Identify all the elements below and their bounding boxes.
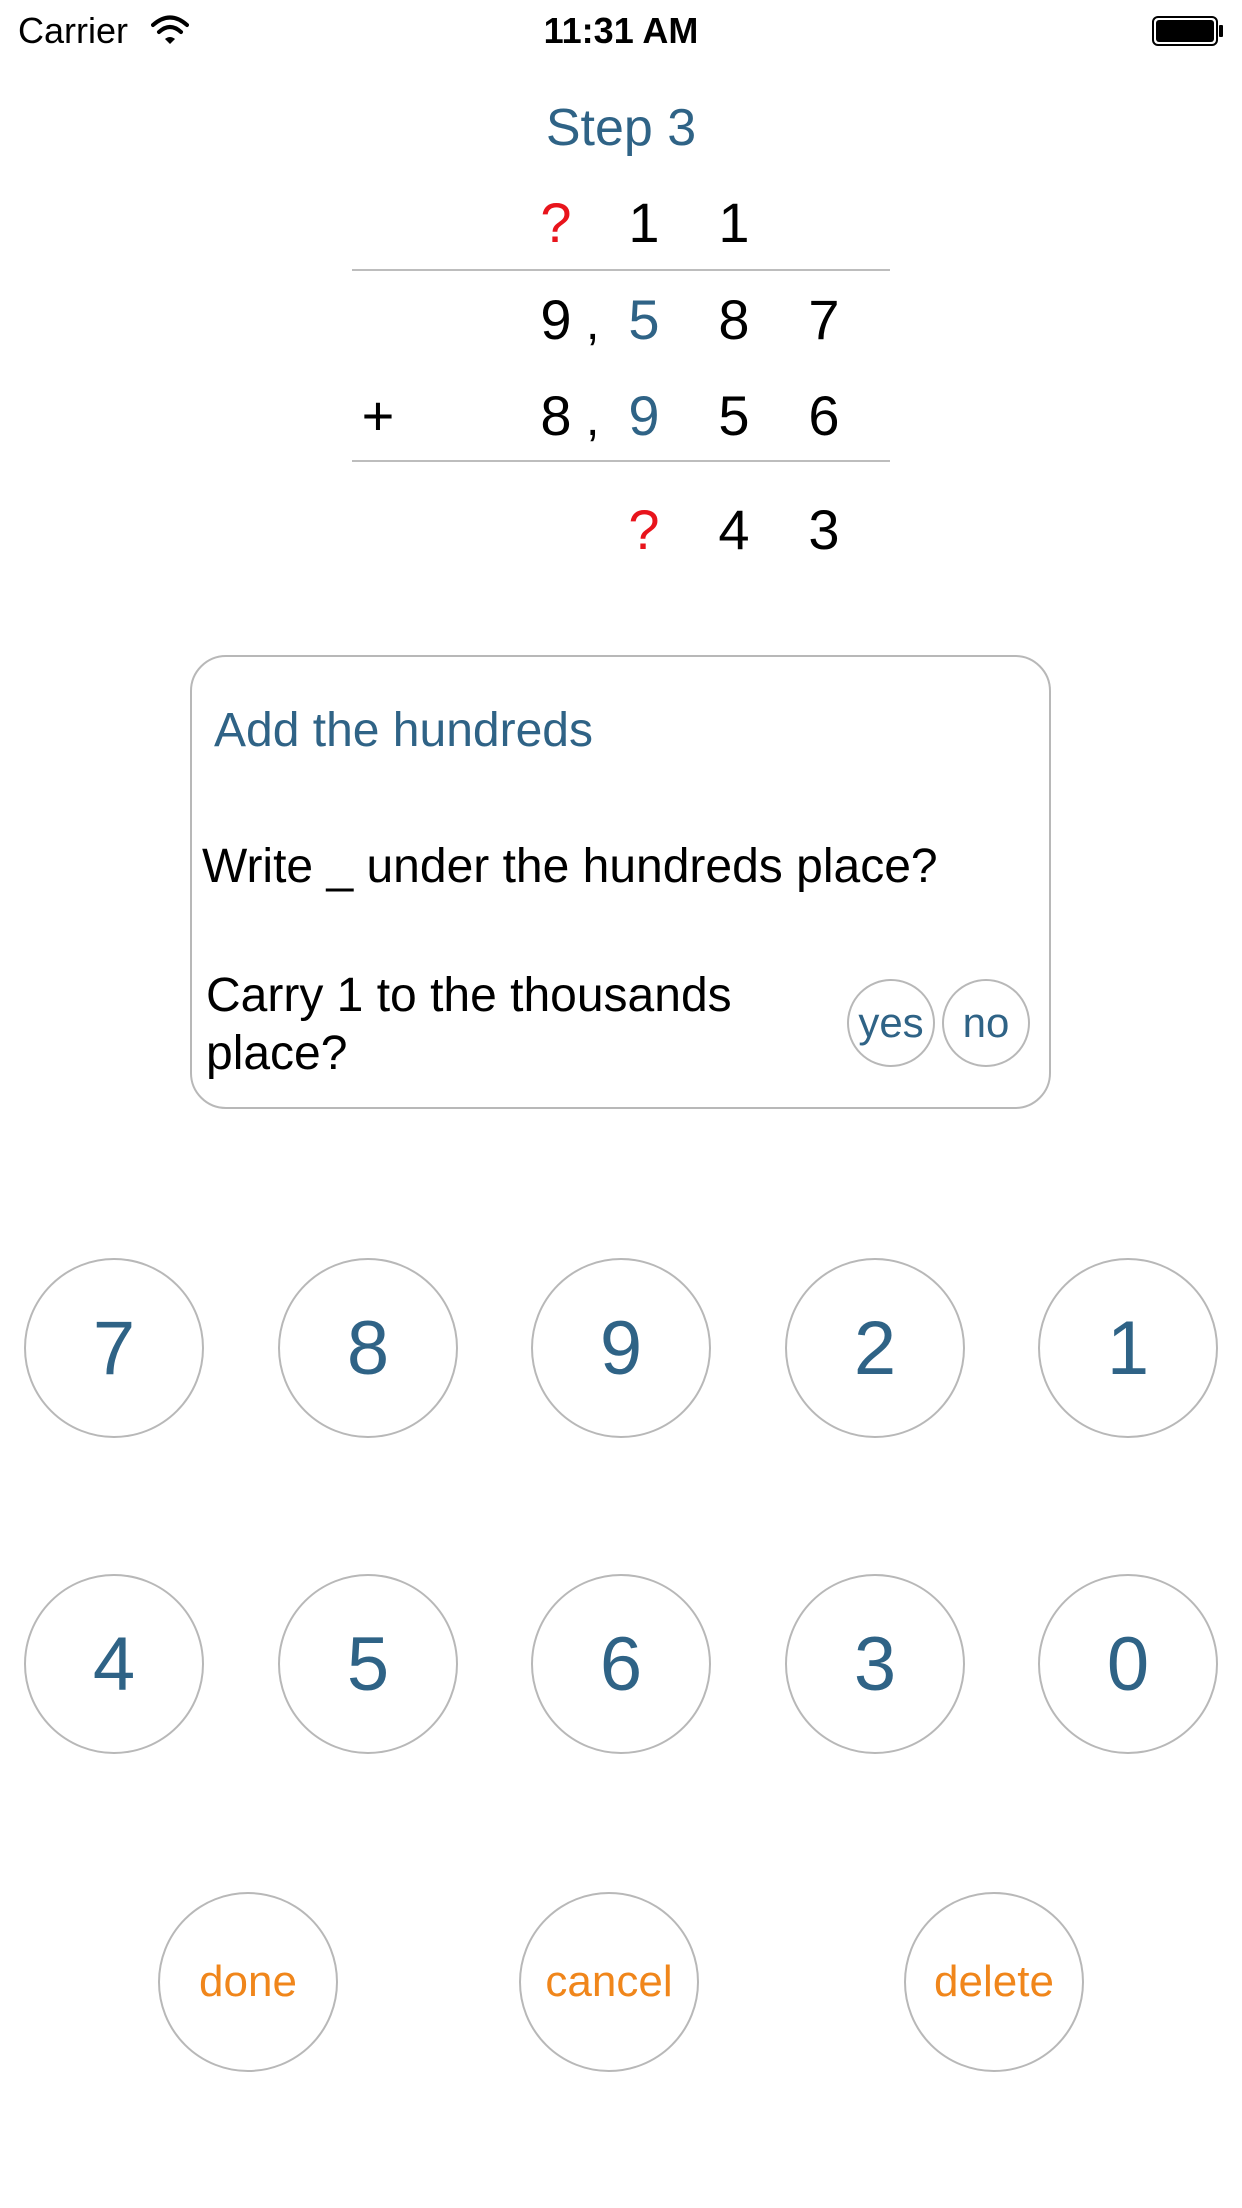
step-title: Step 3 xyxy=(545,99,697,157)
keypad-6-button[interactable]: 6 xyxy=(531,1574,711,1754)
yes-button[interactable]: yes xyxy=(847,979,935,1067)
addend2-thousands: 8 xyxy=(540,384,572,447)
keypad-8-button[interactable]: 8 xyxy=(278,1258,458,1438)
addend2-comma: , xyxy=(586,393,600,446)
addend2-hundreds: 9 xyxy=(628,384,660,447)
carry-divider xyxy=(352,269,890,271)
no-button[interactable]: no xyxy=(942,979,1030,1067)
keypad-7-button[interactable]: 7 xyxy=(24,1258,204,1438)
carry-hundreds: 1 xyxy=(628,191,660,254)
keypad-5-button[interactable]: 5 xyxy=(278,1574,458,1754)
addend1-tens: 8 xyxy=(718,288,750,351)
carry-thousands-unknown: ? xyxy=(540,191,572,254)
addend1-thousands: 9 xyxy=(540,288,572,351)
hint-carry-prompt: Carry 1 to the thousands place? xyxy=(206,969,732,1080)
keypad-9-button[interactable]: 9 xyxy=(531,1258,711,1438)
done-button[interactable]: done xyxy=(158,1892,338,2072)
plus-operator: + xyxy=(361,384,395,447)
hint-title: Add the hundreds xyxy=(214,704,593,757)
hint-card: Add the hundreds Write _ under the hundr… xyxy=(190,655,1051,1109)
addend1-comma: , xyxy=(586,297,600,350)
addend1-hundreds: 5 xyxy=(628,288,660,351)
addend2-tens: 5 xyxy=(718,384,750,447)
keypad-1-button[interactable]: 1 xyxy=(1038,1258,1218,1438)
keypad-2-button[interactable]: 2 xyxy=(785,1258,965,1438)
delete-button[interactable]: delete xyxy=(904,1892,1084,2072)
result-hundreds-unknown: ? xyxy=(628,498,660,561)
result-tens: 4 xyxy=(718,498,750,561)
addend1-ones: 7 xyxy=(808,288,840,351)
keypad-4-button[interactable]: 4 xyxy=(24,1574,204,1754)
keypad-0-button[interactable]: 0 xyxy=(1038,1574,1218,1754)
battery-icon xyxy=(1152,16,1223,46)
addend2-ones: 6 xyxy=(808,384,840,447)
cancel-button[interactable]: cancel xyxy=(519,1892,699,2072)
hint-write-prompt: Write _ under the hundreds place? xyxy=(202,840,938,893)
status-time: 11:31 AM xyxy=(543,10,699,51)
carry-tens: 1 xyxy=(718,191,750,254)
keypad-3-button[interactable]: 3 xyxy=(785,1574,965,1754)
result-ones: 3 xyxy=(808,498,840,561)
sum-divider xyxy=(352,460,890,462)
